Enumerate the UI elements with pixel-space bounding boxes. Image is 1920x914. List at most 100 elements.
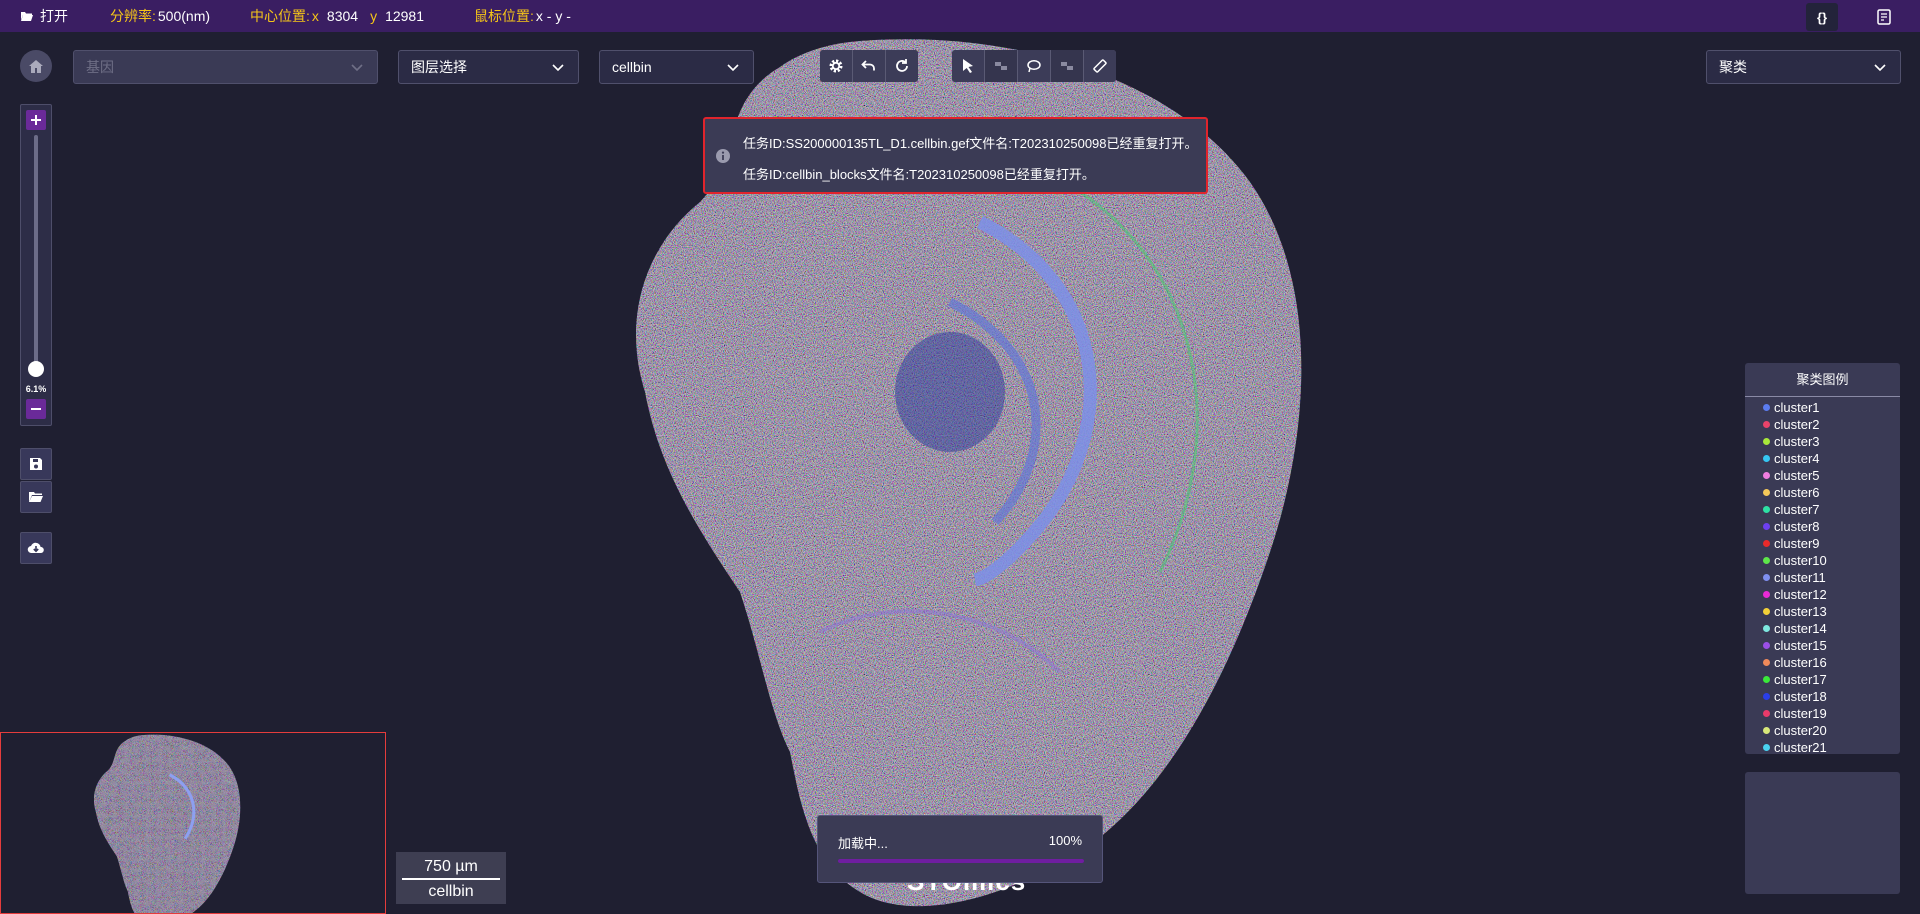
legend-title: 聚类图例	[1745, 363, 1900, 397]
json-button[interactable]: {}	[1806, 3, 1838, 31]
selection-tools	[952, 50, 1116, 82]
undo-button[interactable]	[853, 50, 885, 82]
legend-item[interactable]: cluster3	[1763, 433, 1900, 450]
legend-list: cluster1 cluster2 cluster3 cluster4 cluster5…	[1745, 397, 1900, 756]
undo-icon	[861, 60, 875, 71]
legend-item[interactable]: cluster6	[1763, 484, 1900, 501]
top-bar: 打开 分辨率: 500(nm) 中心位置: x 8304 y 12981 鼠标位…	[0, 0, 1920, 32]
layer-select[interactable]: 图层选择	[398, 50, 579, 84]
ruler-tool[interactable]	[1084, 50, 1116, 82]
progress-track	[838, 859, 1084, 863]
pointer-tool[interactable]	[952, 50, 984, 82]
legend-color-dot	[1763, 489, 1770, 496]
scale-bar: 750 µm cellbin	[396, 852, 506, 904]
note-button[interactable]	[1868, 3, 1900, 31]
settings-button[interactable]	[820, 50, 852, 82]
legend-item[interactable]: cluster5	[1763, 467, 1900, 484]
legend-item[interactable]: cluster13	[1763, 603, 1900, 620]
legend-item[interactable]: cluster15	[1763, 637, 1900, 654]
legend-item[interactable]: cluster19	[1763, 705, 1900, 722]
zoom-level-label: 6.1%	[25, 384, 47, 394]
spatial-viewer[interactable]: 基因 图层选择 cellbin 聚类 6.1% 任务ID:SS200000135…	[0, 32, 1920, 914]
legend-item[interactable]: cluster12	[1763, 586, 1900, 603]
legend-item-label: cluster13	[1774, 604, 1827, 619]
open-folder-button[interactable]	[20, 481, 52, 513]
legend-item[interactable]: cluster18	[1763, 688, 1900, 705]
legend-item[interactable]: cluster11	[1763, 569, 1900, 586]
legend-color-dot	[1763, 557, 1770, 564]
legend-item[interactable]: cluster20	[1763, 722, 1900, 739]
legend-color-dot	[1763, 710, 1770, 717]
open-button[interactable]: 打开	[20, 6, 68, 26]
legend-item-label: cluster10	[1774, 553, 1827, 568]
chevron-down-icon	[351, 64, 363, 72]
legend-item-label: cluster19	[1774, 706, 1827, 721]
folder-icon	[29, 492, 43, 502]
minimap[interactable]	[0, 732, 386, 914]
info-icon	[716, 149, 730, 163]
legend-color-dot	[1763, 659, 1770, 666]
lasso-icon	[1027, 60, 1041, 73]
legend-item-label: cluster9	[1774, 536, 1820, 551]
scale-bar-unit: cellbin	[428, 883, 474, 900]
legend-item[interactable]: cluster2	[1763, 416, 1900, 433]
save-icon	[30, 458, 42, 470]
legend-color-dot	[1763, 625, 1770, 632]
legend-item-label: cluster1	[1774, 400, 1820, 415]
legend-item-label: cluster3	[1774, 434, 1820, 449]
center-y-axis: y	[370, 8, 378, 24]
home-button[interactable]	[20, 50, 52, 82]
legend-item[interactable]: cluster1	[1763, 399, 1900, 416]
center-label: 中心位置:	[250, 8, 310, 24]
legend-item[interactable]: cluster16	[1763, 654, 1900, 671]
center-x-axis: x	[311, 8, 319, 24]
cluster-select[interactable]: 聚类	[1706, 50, 1901, 84]
chevron-down-icon	[1874, 64, 1886, 72]
folder-open-icon	[21, 12, 33, 21]
zoom-in-button[interactable]	[26, 110, 46, 130]
notice-line-2: 任务ID:cellbin_blocks文件名:T202310250098已经重复…	[743, 167, 1095, 182]
legend-color-dot	[1763, 608, 1770, 615]
legend-item-label: cluster14	[1774, 621, 1827, 636]
legend-item[interactable]: cluster9	[1763, 535, 1900, 552]
save-button[interactable]	[20, 448, 52, 480]
legend-item[interactable]: cluster8	[1763, 518, 1900, 535]
legend-color-dot	[1763, 438, 1770, 445]
gene-select[interactable]: 基因	[73, 50, 378, 84]
legend-item[interactable]: cluster14	[1763, 620, 1900, 637]
legend-item[interactable]: cluster10	[1763, 552, 1900, 569]
bin-select[interactable]: cellbin	[599, 50, 754, 84]
cluster-legend: 聚类图例 cluster1 cluster2 cluster3 cluster4 clu…	[1745, 363, 1900, 756]
plus-icon	[31, 115, 41, 125]
cluster-select-value: 聚类	[1719, 59, 1747, 75]
legend-item[interactable]: cluster7	[1763, 501, 1900, 518]
legend-color-dot	[1763, 676, 1770, 683]
legend-color-dot	[1763, 523, 1770, 530]
bin-select-value: cellbin	[612, 59, 652, 75]
legend-color-dot	[1763, 574, 1770, 581]
rect-select-tool[interactable]	[985, 50, 1017, 82]
chevron-down-icon	[727, 64, 739, 72]
zoom-out-button[interactable]	[26, 399, 46, 419]
duplicate-open-notification: 任务ID:SS200000135TL_D1.cellbin.gef文件名:T20…	[703, 117, 1208, 194]
brush-select-tool[interactable]	[1051, 50, 1083, 82]
legend-color-dot	[1763, 506, 1770, 513]
zoom-slider-handle[interactable]	[28, 361, 44, 377]
progress-percent: 100%	[1048, 833, 1082, 848]
legend-item-label: cluster21	[1774, 740, 1827, 755]
legend-item-label: cluster8	[1774, 519, 1820, 534]
legend-item[interactable]: cluster21	[1763, 739, 1900, 756]
download-button[interactable]	[20, 532, 52, 564]
redo-icon	[896, 59, 908, 72]
zoom-slider-track[interactable]	[34, 135, 38, 371]
legend-item[interactable]: cluster4	[1763, 450, 1900, 467]
legend-item[interactable]: cluster17	[1763, 671, 1900, 688]
gene-select-placeholder: 基因	[86, 59, 114, 75]
open-label: 打开	[40, 8, 68, 24]
center-x-value: 8304	[326, 8, 359, 24]
brush-select-icon	[1061, 62, 1073, 70]
legend-color-dot	[1763, 472, 1770, 479]
redo-button[interactable]	[886, 50, 918, 82]
legend-item-label: cluster20	[1774, 723, 1827, 738]
lasso-tool[interactable]	[1018, 50, 1050, 82]
